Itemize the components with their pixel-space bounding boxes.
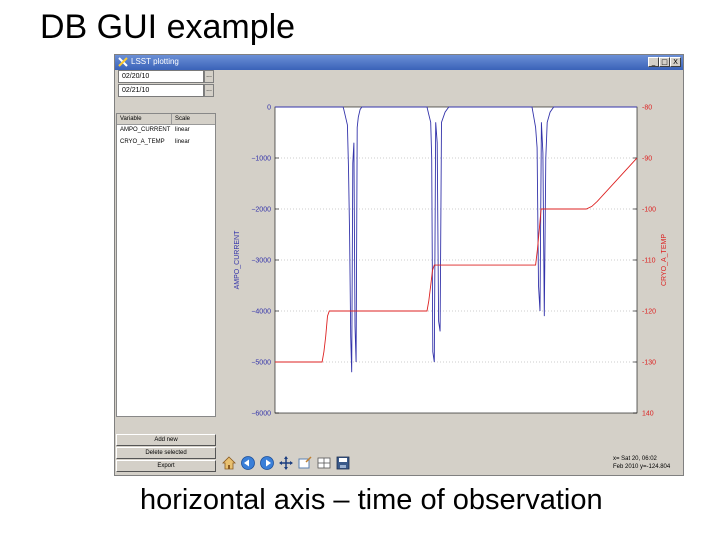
left-tick-label: −1000 bbox=[251, 156, 271, 163]
variable-name: CRYO_A_TEMP bbox=[120, 139, 165, 145]
end-date-picker-button[interactable]: ... bbox=[204, 84, 214, 97]
plot-toolbar: x= Sat 20, 06:02 Feb 2010 y=-124.804 bbox=[217, 452, 683, 475]
variable-name: AMPO_CURRENT bbox=[120, 127, 171, 133]
back-icon[interactable] bbox=[240, 455, 256, 471]
right-axis-label: CRYO_A_TEMP bbox=[661, 234, 668, 286]
cursor-coordinates-line1: x= Sat 20, 06:02 bbox=[613, 456, 657, 462]
right-tick-label: 140 bbox=[642, 411, 654, 418]
pan-icon[interactable] bbox=[278, 455, 294, 471]
variable-list-header: Variable Scale bbox=[117, 114, 215, 125]
left-tick-label: 0 bbox=[267, 105, 271, 112]
minimize-button[interactable]: _ bbox=[648, 57, 659, 67]
cursor-coordinates-line2: Feb 2010 y=-124.804 bbox=[613, 464, 671, 470]
start-date-picker-button[interactable]: ... bbox=[204, 70, 214, 83]
slide-caption: horizontal axis – time of observation bbox=[140, 484, 603, 516]
forward-icon[interactable] bbox=[259, 455, 275, 471]
left-tick-label: −5000 bbox=[251, 360, 271, 367]
plotting-window: LSST plotting _ □ X 02/20/10 ... 02/21/1… bbox=[114, 54, 684, 476]
right-tick-label: -130 bbox=[642, 360, 656, 367]
app-icon bbox=[118, 57, 128, 67]
start-date-input[interactable]: 02/20/10 bbox=[118, 70, 204, 83]
right-tick-label: -90 bbox=[642, 156, 652, 163]
add-new-button[interactable]: Add new bbox=[116, 434, 216, 446]
variable-scale: linear bbox=[175, 127, 190, 133]
right-tick-label: -110 bbox=[642, 258, 656, 265]
column-header-scale[interactable]: Scale bbox=[175, 114, 190, 124]
plot-area[interactable]: 0 −1000 −2000 −3000 −4000 −5000 −6000 -80 -90 -1… bbox=[217, 70, 683, 452]
chart: 0 −1000 −2000 −3000 −4000 −5000 −6000 -80 -90 -1… bbox=[234, 105, 668, 418]
right-tick-label: -80 bbox=[642, 105, 652, 112]
save-icon[interactable] bbox=[335, 455, 351, 471]
maximize-button[interactable]: □ bbox=[659, 57, 670, 67]
end-date-input[interactable]: 02/21/10 bbox=[118, 84, 204, 97]
left-axis-label: AMPO_CURRENT bbox=[234, 230, 241, 289]
variable-panel: 02/20/10 ... 02/21/10 ... Variable Scale… bbox=[116, 70, 216, 475]
right-tick-label: -100 bbox=[642, 207, 656, 214]
subplots-icon[interactable] bbox=[316, 455, 332, 471]
right-tick-label: -120 bbox=[642, 309, 656, 316]
close-button[interactable]: X bbox=[670, 57, 681, 67]
home-icon[interactable] bbox=[221, 455, 237, 471]
window-titlebar[interactable]: LSST plotting _ □ X bbox=[115, 55, 683, 70]
left-tick-label: −2000 bbox=[251, 207, 271, 214]
export-button[interactable]: Export bbox=[116, 460, 216, 472]
variable-list[interactable]: Variable Scale AMPO_CURRENT linear CRYO_… bbox=[116, 113, 216, 417]
delete-selected-button[interactable]: Delete selected bbox=[116, 447, 216, 459]
column-header-variable[interactable]: Variable bbox=[120, 114, 142, 124]
column-divider[interactable] bbox=[171, 114, 172, 124]
left-tick-label: −3000 bbox=[251, 258, 271, 265]
variable-scale: linear bbox=[175, 139, 190, 145]
left-tick-label: −6000 bbox=[251, 411, 271, 418]
window-title: LSST plotting bbox=[131, 57, 179, 66]
left-tick-label: −4000 bbox=[251, 309, 271, 316]
slide-title: DB GUI example bbox=[40, 8, 296, 46]
zoom-icon[interactable] bbox=[297, 455, 313, 471]
